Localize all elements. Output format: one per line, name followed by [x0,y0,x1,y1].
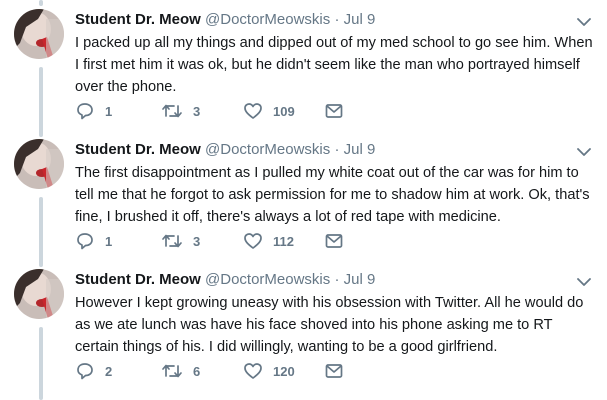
tweet-timestamp[interactable]: Jul 9 [344,11,376,28]
like-count: 109 [273,103,295,119]
envelope-icon [325,103,343,119]
author-handle[interactable]: @DoctorMeowskis [205,271,330,288]
author-handle[interactable]: @DoctorMeowskis [205,141,330,158]
tweet-header: Student Dr. Meow @DoctorMeowskis · Jul 9 [75,9,567,31]
tweet-thread: Student Dr. Meow @DoctorMeowskis · Jul 9… [0,0,607,400]
heart-icon [243,362,263,380]
tweet[interactable]: Student Dr. Meow @DoctorMeowskis · Jul 9… [0,0,607,128]
like-count: 112 [273,233,294,249]
tweet-actions: 1 3 112 [75,230,375,252]
tweet[interactable]: Student Dr. Meow @DoctorMeowskis · Jul 9… [0,260,607,388]
reply-count: 2 [105,363,113,379]
tweet[interactable]: Student Dr. Meow @DoctorMeowskis · Jul 9… [0,130,607,258]
retweet-count: 3 [193,103,201,119]
retweet-icon [161,102,183,120]
avatar[interactable] [14,139,64,189]
tweet-header: Student Dr. Meow @DoctorMeowskis · Jul 9 [75,269,567,291]
heart-icon [243,102,263,120]
direct-message-button[interactable] [325,100,343,122]
reply-icon [75,232,95,250]
tweet-timestamp[interactable]: Jul 9 [344,141,376,158]
like-button[interactable]: 120 [243,360,295,382]
tweet-header: Student Dr. Meow @DoctorMeowskis · Jul 9 [75,139,567,161]
author-name[interactable]: Student Dr. Meow [75,141,201,158]
tweet-actions: 2 6 120 [75,360,375,382]
retweet-button[interactable]: 3 [161,230,200,252]
chevron-down-icon[interactable] [577,14,591,26]
heart-icon [243,232,263,250]
header-separator: · [334,271,340,288]
chevron-down-icon[interactable] [577,144,591,156]
retweet-count: 3 [193,233,201,249]
retweet-icon [161,232,183,250]
tweet-text: I packed up all my things and dipped out… [75,35,593,95]
retweet-button[interactable]: 3 [161,100,200,122]
tweet-text: The first disappointment as I pulled my … [75,165,590,225]
envelope-icon [325,233,343,249]
direct-message-button[interactable] [325,360,343,382]
reply-count: 1 [105,233,113,249]
tweet-timestamp[interactable]: Jul 9 [344,271,376,288]
author-name[interactable]: Student Dr. Meow [75,271,201,288]
tweet-actions: 1 3 109 [75,100,375,122]
chevron-down-icon[interactable] [577,274,591,286]
envelope-icon [325,363,343,379]
reply-count: 1 [105,103,113,119]
author-handle[interactable]: @DoctorMeowskis [205,11,330,28]
author-name[interactable]: Student Dr. Meow [75,11,201,28]
retweet-button[interactable]: 6 [161,360,200,382]
like-count: 120 [273,363,295,379]
avatar[interactable] [14,9,64,59]
avatar[interactable] [14,269,64,319]
direct-message-button[interactable] [325,230,343,252]
tweet-text: However I kept growing uneasy with his o… [75,295,584,355]
retweet-count: 6 [193,363,201,379]
reply-button[interactable]: 1 [75,230,112,252]
header-separator: · [334,11,340,28]
reply-button[interactable]: 1 [75,100,112,122]
header-separator: · [334,141,340,158]
reply-icon [75,102,95,120]
like-button[interactable]: 112 [243,230,294,252]
retweet-icon [161,362,183,380]
reply-button[interactable]: 2 [75,360,112,382]
like-button[interactable]: 109 [243,100,295,122]
reply-icon [75,362,95,380]
